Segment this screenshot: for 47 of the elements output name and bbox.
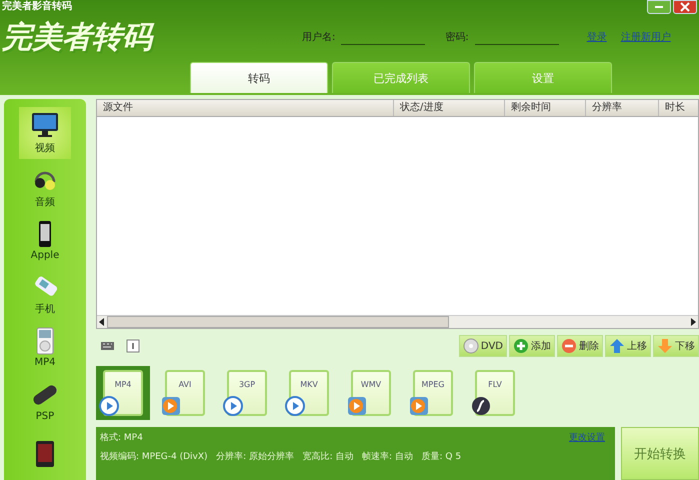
play-icon [161, 396, 181, 416]
column-header[interactable]: 时长 [659, 100, 698, 116]
down-arrow-icon [657, 338, 673, 354]
app-logo: 完美者转码 [0, 16, 302, 58]
left-arrow-icon [99, 318, 105, 326]
play-icon [285, 396, 305, 416]
device-category[interactable]: 手机 [19, 268, 71, 320]
tab[interactable]: 转码 [190, 62, 328, 93]
column-header[interactable]: 分辨率 [586, 100, 659, 116]
toolbar-button[interactable]: 上移 [605, 335, 651, 357]
device-category[interactable]: MP4 [19, 321, 71, 373]
plus-icon [513, 338, 529, 354]
minimize-icon [655, 6, 663, 8]
device-category[interactable]: 视频 [19, 107, 71, 159]
column-header[interactable]: 状态/进度 [394, 100, 505, 116]
column-header[interactable]: 源文件 [97, 100, 394, 116]
device-category[interactable]: Apple [19, 214, 71, 266]
info-icon[interactable] [126, 339, 140, 353]
device-category[interactable]: PSP [19, 374, 71, 426]
window-title: 完美者影音转码 [1, 0, 72, 14]
device-category[interactable]: 音频 [19, 160, 71, 212]
username-label: 用户名: [302, 30, 336, 44]
close-button[interactable] [673, 0, 697, 14]
column-header[interactable]: 剩余时间 [505, 100, 586, 116]
minimize-button[interactable] [647, 0, 671, 14]
disc-icon [462, 338, 479, 354]
format-option[interactable]: MP4 [96, 366, 150, 420]
up-arrow-icon [609, 338, 625, 354]
toolbar-button[interactable]: DVD [458, 335, 507, 357]
horizontal-scrollbar[interactable] [97, 315, 698, 328]
start-button[interactable]: 开始转换 [621, 427, 699, 480]
encoding-details: 视频编码: MPEG-4 (DivX) 分辨率: 原始分辨率 宽高比: 自动 帧速率: 自动 质量: Q 5 [100, 450, 462, 463]
flash-icon [471, 396, 491, 416]
toolbar-button[interactable]: 添加 [509, 335, 555, 357]
play-icon [99, 396, 119, 416]
toolbar-button[interactable]: 删除 [557, 335, 603, 357]
play-icon [223, 396, 243, 416]
minus-icon [561, 338, 577, 354]
close-icon [680, 2, 690, 12]
right-arrow-icon [690, 318, 696, 326]
toolbar-button[interactable]: 下移 [653, 335, 699, 357]
keyboard-icon[interactable] [100, 339, 116, 353]
password-label: 密码: [445, 30, 469, 44]
play-icon [409, 396, 429, 416]
play-icon [347, 396, 367, 416]
format-text: 格式: MP4 [100, 432, 143, 444]
scrollbar-thumb[interactable] [107, 316, 449, 328]
